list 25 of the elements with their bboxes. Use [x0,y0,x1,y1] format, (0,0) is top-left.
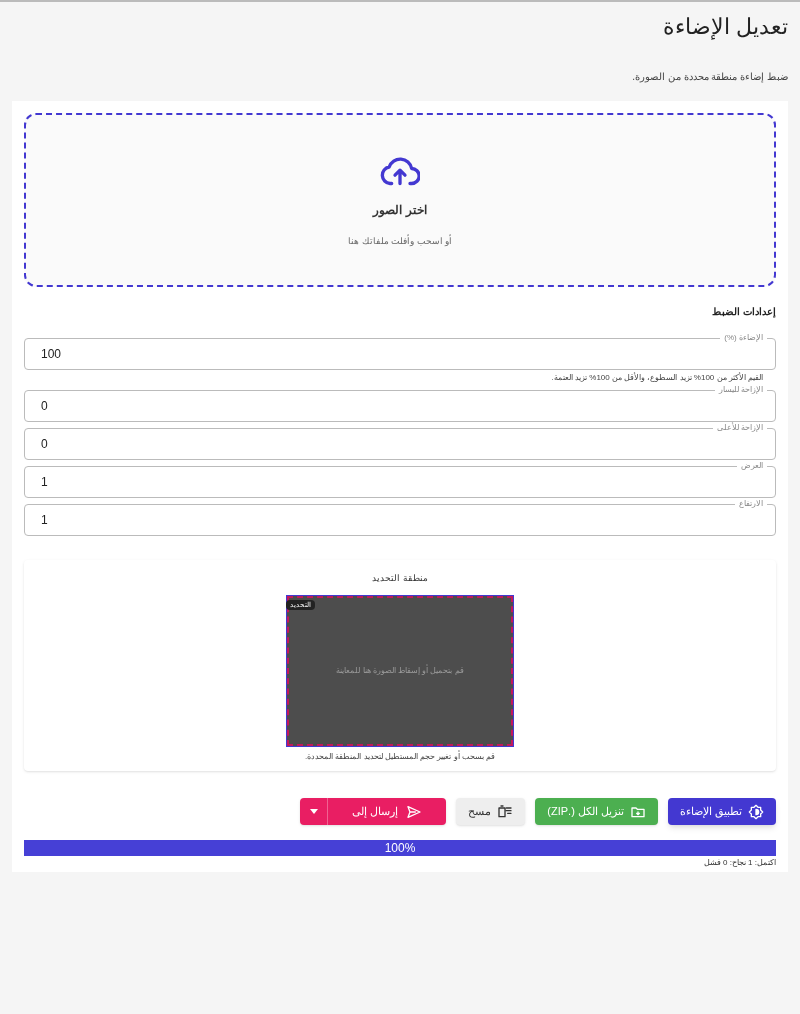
progress-reading: 100% [383,840,417,856]
upload-title: اختر الصور [373,202,427,219]
send-icon [406,803,423,820]
apply-button[interactable]: تطبيق الإضاءة [667,798,776,825]
send-to-button[interactable]: إرسال إلى [327,798,447,825]
brightness-icon [748,803,764,820]
field-label: العرض [737,460,767,472]
field-label: الارتفاع [735,498,767,510]
preview-placeholder: قم بتحميل أو إسقاط الصورة هنا للمعاينة [336,664,464,677]
field-label: الإضاءة (%) [720,332,767,344]
cloud-upload-icon [380,155,420,187]
preview-hint: قم بسحب أو تغيير حجم المستطيل لتحديد المنطقة المحددة. [305,750,495,763]
page-subtitle: ضبط إضاءة منطقة محددة من الصورة. [631,70,789,84]
settings-heading: إعدادات الضبط [711,305,776,319]
field-label: الإزاحة لليسار [714,384,767,396]
clear-button[interactable]: مسح [456,798,526,825]
upload-dropzone[interactable]: اختر الصور أو اسحب وأفلت ملفاتك هنا [24,113,776,287]
upload-hint: أو اسحب وأفلت ملفاتك هنا [348,235,452,248]
page-title: تعديل الإضاءة [661,13,789,42]
helper-text: القيم الأكثر من 100% تزيد السطوع، والأقل من 100% تزيد العتمة. [550,371,764,384]
clear-list-icon [497,803,514,820]
status-text: اكتمل: 1 نجاح: 0 فشل [702,857,776,869]
field-label: الإزاحة للأعلى [712,422,767,434]
caret-icon [309,809,318,814]
preview-title: منطقة التحديد [372,572,428,585]
